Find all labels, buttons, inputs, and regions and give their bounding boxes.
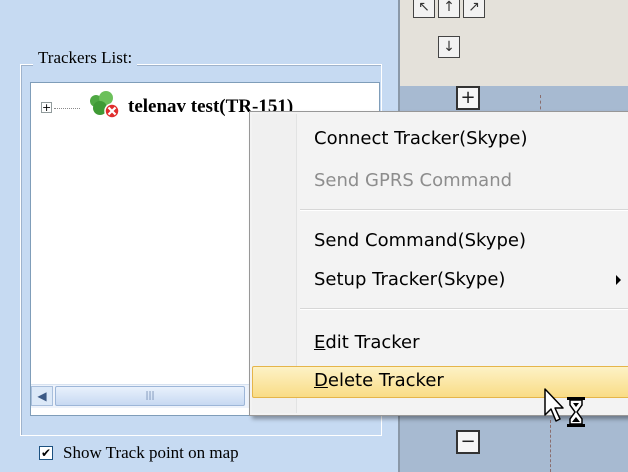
menu-item-label: Setup Tracker(Skype) — [314, 269, 506, 290]
menu-separator — [300, 209, 628, 211]
tree-expand-icon[interactable]: + — [41, 102, 52, 113]
tracker-offline-icon — [90, 91, 120, 119]
show-track-points-label: Show Track point on map — [63, 443, 239, 462]
tree-connector-line — [54, 108, 80, 109]
show-track-points-checkbox[interactable]: ✔ — [39, 446, 53, 460]
menu-item-label: Send Command(Skype) — [314, 230, 526, 251]
tracker-context-menu: Connect Tracker(Skype) Send GPRS Command… — [249, 111, 628, 416]
zoom-out-button[interactable]: − — [456, 430, 480, 454]
menu-item-label: Connect Tracker(Skype) — [314, 128, 528, 149]
menu-item-setup-tracker[interactable]: Setup Tracker(Skype) — [252, 265, 628, 297]
submenu-arrow-icon — [616, 275, 621, 285]
trackers-list-title: Trackers List: — [33, 48, 138, 68]
menu-item-edit-tracker[interactable]: Edit Tracker — [252, 328, 628, 360]
zoom-in-button[interactable]: + — [456, 86, 480, 110]
menu-item-label: Edit Tracker — [314, 332, 420, 353]
pan-down-icon[interactable]: ↓ — [438, 36, 460, 58]
pan-up-left-icon[interactable]: ↖ — [413, 0, 435, 18]
menu-item-label: Delete Tracker — [314, 370, 444, 391]
scrollbar-thumb[interactable]: ||| — [55, 386, 245, 406]
menu-separator — [300, 308, 628, 310]
menu-item-send-gprs-command: Send GPRS Command — [252, 166, 628, 198]
menu-item-send-command[interactable]: Send Command(Skype) — [252, 226, 628, 258]
menu-item-connect-tracker[interactable]: Connect Tracker(Skype) — [252, 124, 628, 156]
menu-item-label: Send GPRS Command — [314, 170, 513, 191]
busy-cursor-icon — [544, 388, 585, 427]
pan-up-right-icon[interactable]: ↗ — [463, 0, 485, 18]
scroll-left-arrow-icon[interactable]: ◀ — [31, 386, 53, 406]
pan-up-icon[interactable]: ↑ — [438, 0, 460, 18]
